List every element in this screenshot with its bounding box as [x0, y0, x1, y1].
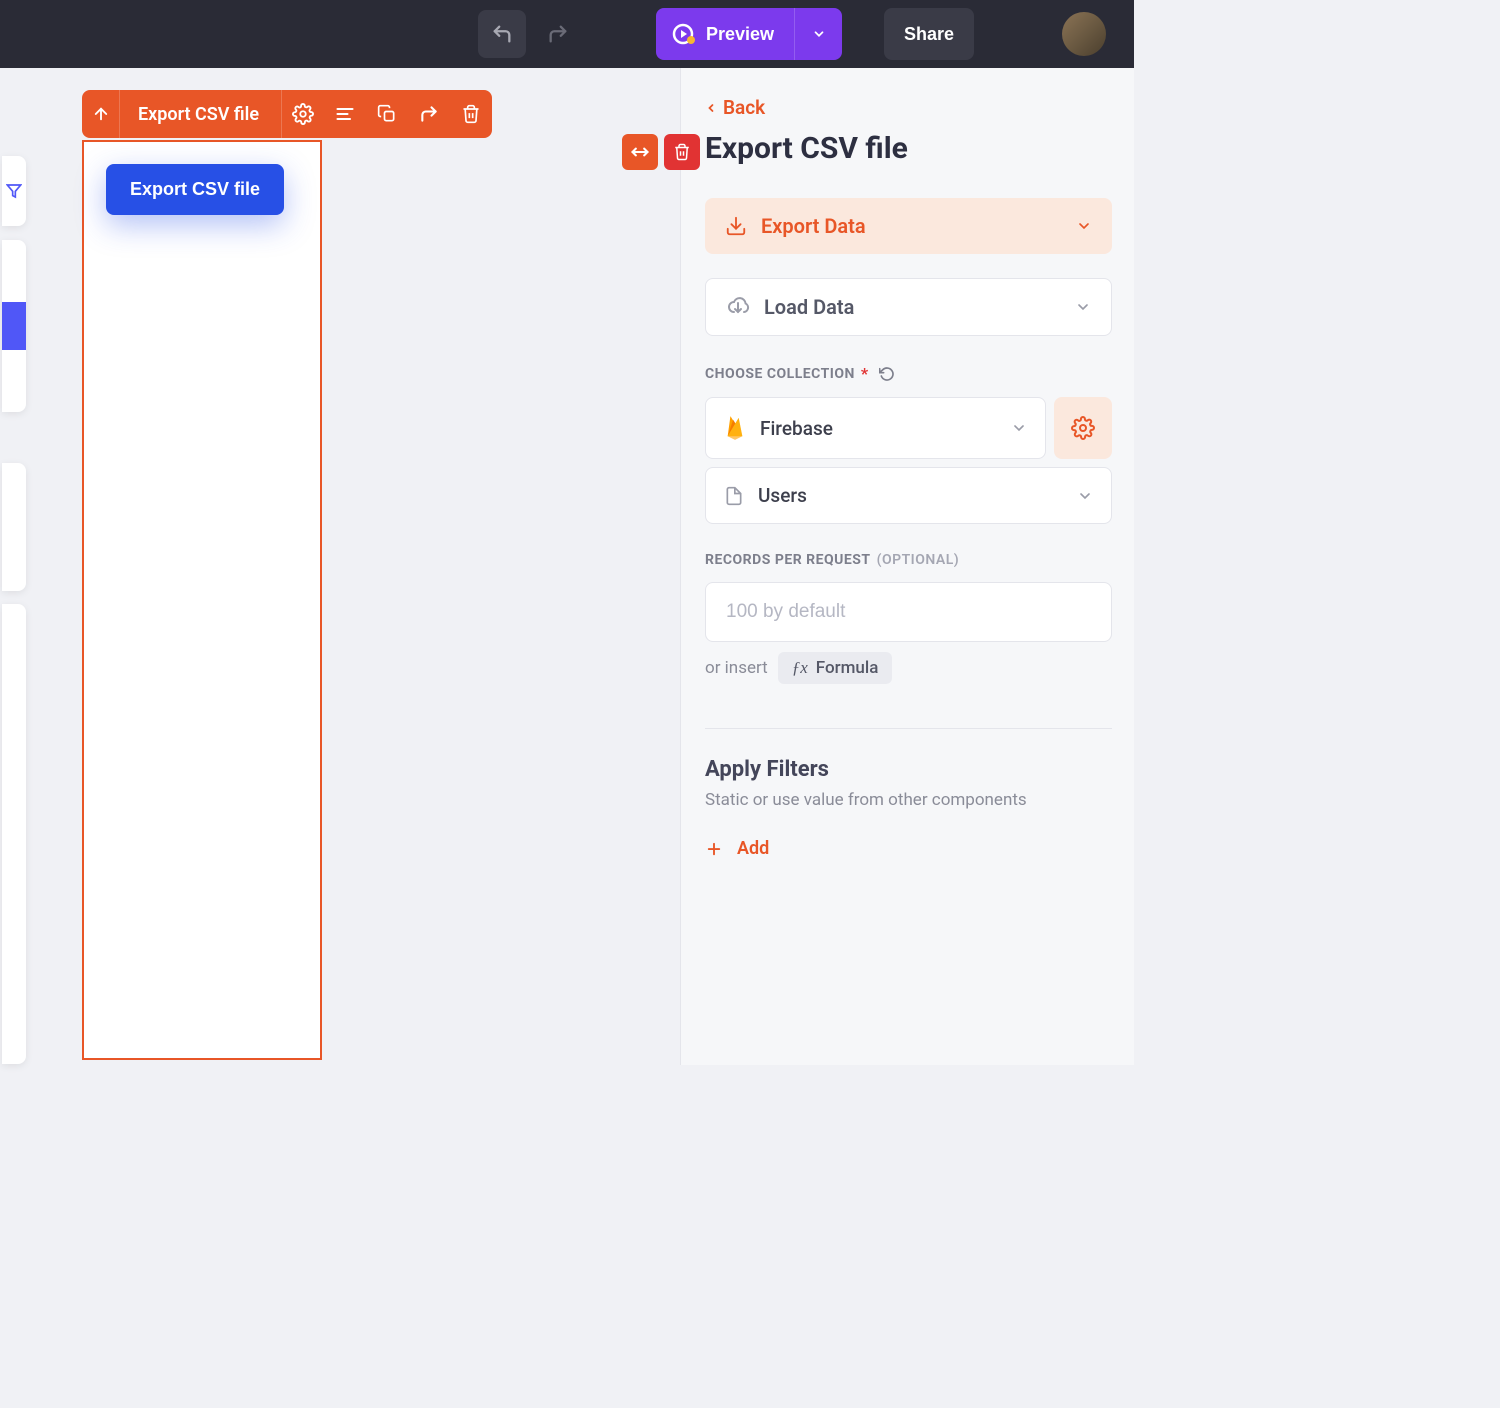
chevron-down-icon	[1011, 420, 1027, 436]
chevron-down-icon	[1077, 488, 1093, 504]
file-icon	[724, 485, 744, 507]
preview-button[interactable]: Preview	[656, 8, 794, 60]
settings-button[interactable]	[282, 90, 324, 138]
filter-icon	[6, 183, 22, 199]
share-button[interactable]: Share	[884, 8, 974, 60]
or-insert-row: or insert ƒx Formula	[705, 652, 1112, 684]
back-link[interactable]: Back	[705, 96, 1112, 119]
chevron-down-icon	[812, 27, 826, 41]
right-panel: Back Export CSV file Export Data Load Da…	[680, 68, 1134, 1065]
resource-select[interactable]: Firebase	[705, 397, 1046, 459]
redo-button[interactable]	[534, 10, 582, 58]
trash-icon	[461, 104, 481, 124]
sliver-card-4	[2, 604, 26, 1064]
download-icon	[725, 215, 747, 237]
selected-element-toolbar: Export CSV file	[82, 90, 492, 138]
preview-dropdown-button[interactable]	[794, 8, 842, 60]
collection-label: Users	[758, 484, 1063, 507]
fx-icon: ƒx	[792, 658, 808, 678]
export-csv-button-label: Export CSV file	[130, 179, 260, 199]
redo-icon	[547, 23, 569, 45]
sliver-blue-highlight	[2, 302, 26, 350]
export-csv-button[interactable]: Export CSV file	[106, 164, 284, 215]
play-icon	[672, 22, 696, 46]
selected-element-body[interactable]: Export CSV file	[82, 140, 322, 1060]
align-button[interactable]	[324, 90, 366, 138]
selected-element-name: Export CSV file	[120, 90, 282, 138]
records-per-request-label: RECORDS PER REQUEST (OPTIONAL)	[705, 552, 1112, 568]
copy-button[interactable]	[366, 90, 408, 138]
undo-button[interactable]	[478, 10, 526, 58]
share-label: Share	[904, 24, 954, 45]
select-parent-button[interactable]	[82, 90, 120, 138]
cloud-download-icon	[726, 295, 750, 319]
delete-element-button[interactable]	[450, 90, 492, 138]
undo-redo-group	[478, 10, 582, 58]
chevron-down-icon	[1075, 299, 1091, 315]
refresh-icon[interactable]	[879, 366, 895, 382]
add-label: Add	[737, 838, 769, 859]
apply-filters-heading: Apply Filters	[705, 757, 1112, 782]
undo-icon	[491, 23, 513, 45]
share-icon	[419, 104, 439, 124]
export-data-label: Export Data	[761, 214, 1062, 238]
left-sliver	[0, 68, 24, 1065]
panel-title: Export CSV file	[705, 131, 1112, 166]
optional-indicator: (OPTIONAL)	[877, 552, 960, 568]
formula-chip[interactable]: ƒx Formula	[778, 652, 893, 684]
preview-button-group: Preview	[656, 8, 842, 60]
chevron-down-icon	[1076, 218, 1092, 234]
canvas-float-tools	[622, 134, 700, 170]
load-data-label: Load Data	[764, 295, 1061, 319]
top-bar: Preview Share	[0, 0, 1134, 68]
firebase-icon	[724, 414, 746, 442]
sliver-filter-card	[2, 156, 26, 226]
sliver-mid-card	[2, 240, 26, 412]
add-filter-button[interactable]: Add	[705, 838, 1112, 859]
plus-icon	[705, 840, 723, 858]
collection-select[interactable]: Users	[705, 467, 1112, 524]
gear-icon	[292, 103, 314, 125]
apply-filters-subtext: Static or use value from other component…	[705, 790, 1112, 810]
delete-button[interactable]	[664, 134, 700, 170]
align-icon	[335, 104, 355, 124]
avatar[interactable]	[1062, 12, 1106, 56]
resize-icon	[630, 142, 650, 162]
canvas-area: Export CSV file Export CSV file	[24, 68, 680, 1065]
export-data-section[interactable]: Export Data	[705, 198, 1112, 254]
formula-label: Formula	[816, 658, 879, 678]
chevron-left-icon	[705, 102, 717, 114]
resource-label: Firebase	[760, 417, 997, 440]
required-indicator: *	[861, 364, 869, 383]
copy-icon	[377, 104, 397, 124]
resize-button[interactable]	[622, 134, 658, 170]
back-label: Back	[723, 96, 765, 119]
choose-collection-label: CHOOSE COLLECTION *	[705, 364, 1112, 383]
divider	[705, 728, 1112, 729]
trash-icon	[673, 143, 691, 161]
share-element-button[interactable]	[408, 90, 450, 138]
sliver-card-3	[2, 463, 26, 591]
preview-label: Preview	[706, 24, 774, 45]
load-data-section[interactable]: Load Data	[705, 278, 1112, 336]
arrow-up-icon	[92, 105, 110, 123]
records-per-request-input[interactable]	[705, 582, 1112, 642]
gear-icon	[1071, 416, 1095, 440]
resource-settings-button[interactable]	[1054, 397, 1112, 459]
